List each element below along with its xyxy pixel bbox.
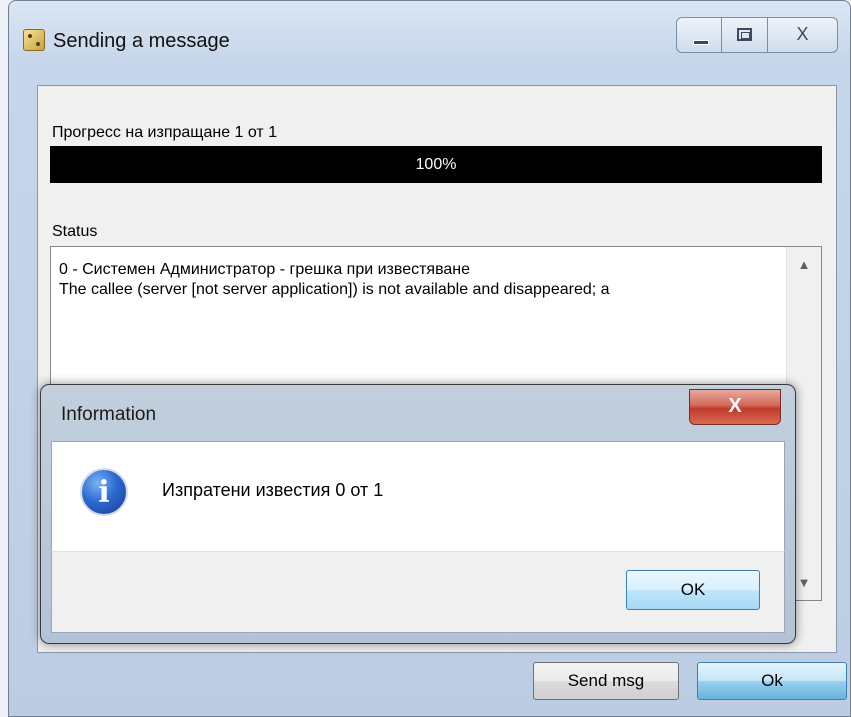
information-dialog: Information X i Изпратени известия 0 от … <box>40 384 796 644</box>
ok-button[interactable]: Ok <box>697 662 847 700</box>
progress-label: Прогресс на изпращане 1 от 1 <box>52 124 278 141</box>
dialog-body: i Изпратени известия 0 от 1 <box>51 441 785 551</box>
progress-percent: 100% <box>415 156 457 173</box>
status-line: The callee (server [not server applicati… <box>59 281 610 298</box>
close-icon: X <box>728 395 742 417</box>
title-bar[interactable]: Sending a message X <box>9 1 850 85</box>
dialog-footer: OK <box>51 551 785 633</box>
status-line: 0 - Системен Администратор - грешка при … <box>59 261 471 278</box>
maximize-icon <box>737 28 752 41</box>
dialog-title: Information <box>61 404 157 425</box>
caption-buttons: X <box>676 17 838 55</box>
button-bar: Send msg Ok <box>9 653 850 716</box>
close-button[interactable]: X <box>768 17 838 53</box>
close-icon: X <box>796 24 809 44</box>
send-msg-button[interactable]: Send msg <box>533 662 679 700</box>
minimize-button[interactable] <box>676 17 722 53</box>
info-icon: i <box>80 468 128 516</box>
dialog-message: Изпратени известия 0 от 1 <box>162 480 384 500</box>
dialog-close-button[interactable]: X <box>689 389 781 425</box>
scroll-up-arrow-icon[interactable]: ▲ <box>787 257 821 272</box>
progress-bar: 100% <box>50 146 822 183</box>
dialog-ok-button[interactable]: OK <box>626 570 760 610</box>
maximize-button[interactable] <box>722 17 768 53</box>
window-title: Sending a message <box>53 30 230 52</box>
minimize-icon <box>693 40 709 45</box>
app-dice-icon <box>23 29 45 51</box>
status-label: Status <box>52 223 98 240</box>
